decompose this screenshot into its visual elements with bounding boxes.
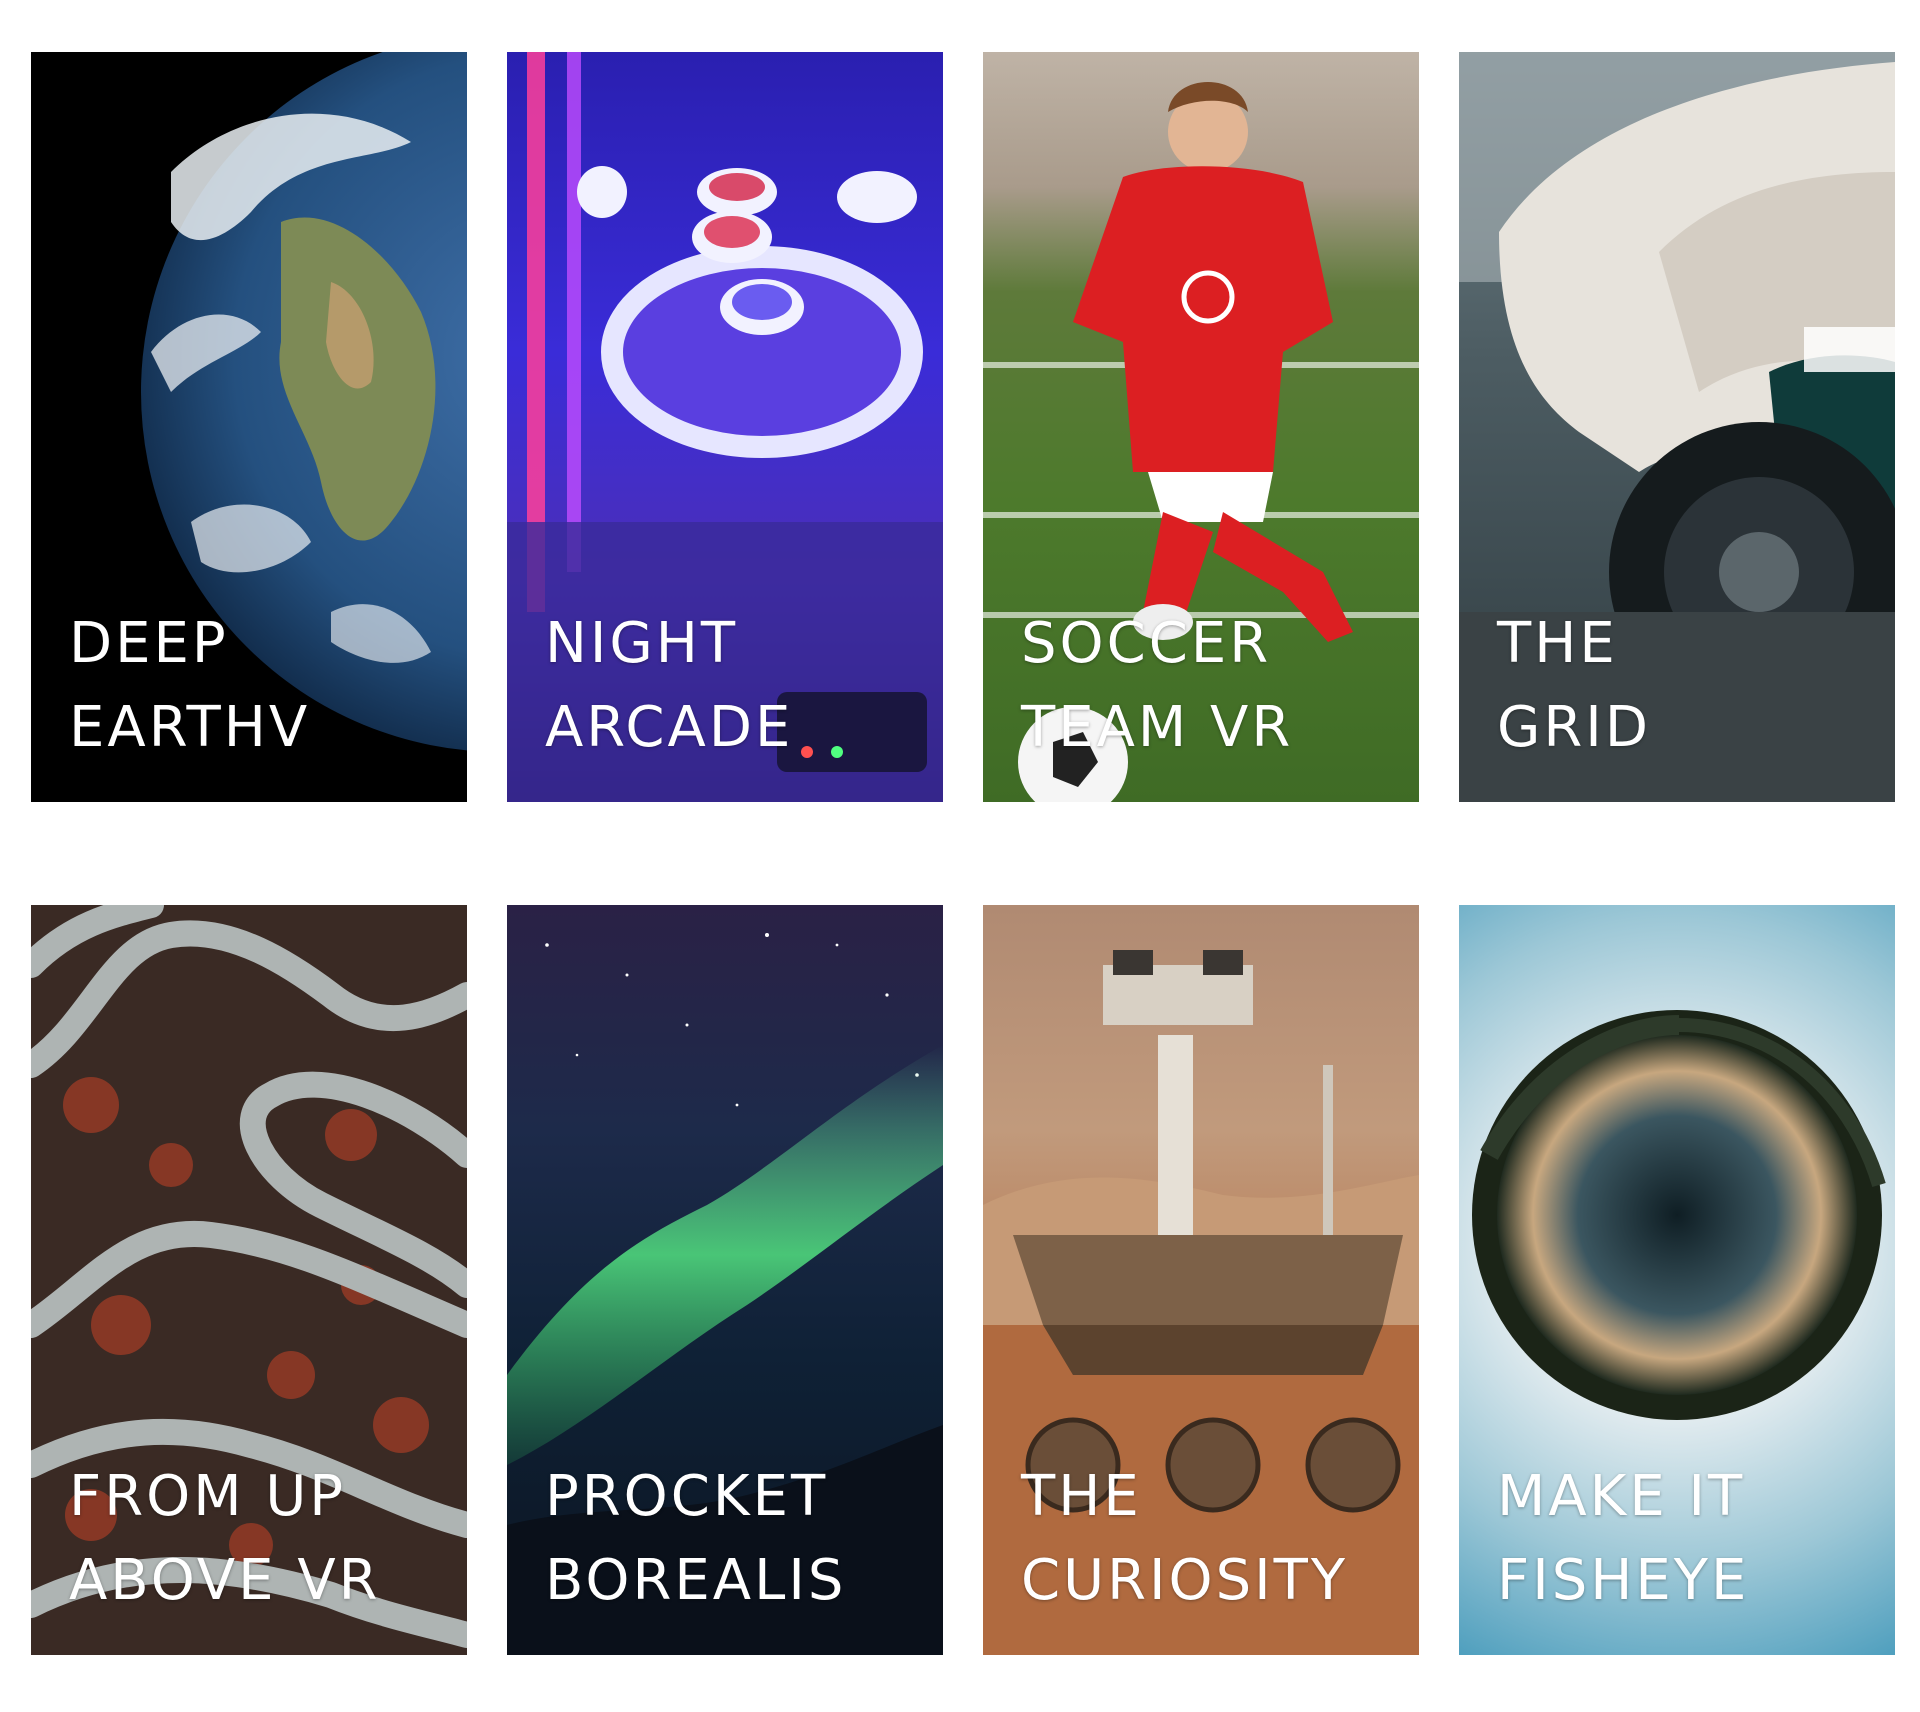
- card-title: PROCKET BOREALIS: [545, 1455, 846, 1623]
- card-title-line1: DEEP: [69, 611, 229, 676]
- card-title: THE CURIOSITY: [1021, 1455, 1348, 1623]
- card-deep-earth[interactable]: DEEP EARTHV: [31, 52, 467, 802]
- card-title-line2: GRID: [1497, 695, 1651, 760]
- card-title-line1: THE: [1497, 611, 1618, 676]
- card-procket-borealis[interactable]: PROCKET BOREALIS: [507, 905, 943, 1655]
- card-make-it-fisheye[interactable]: MAKE IT FISHEYE: [1459, 905, 1895, 1655]
- card-night-arcade[interactable]: NIGHT ARCADE: [507, 52, 943, 802]
- card-title-line2: ARCADE: [545, 695, 794, 760]
- card-title-line2: CURIOSITY: [1021, 1548, 1349, 1613]
- card-title-line2: TEAM VR: [1021, 695, 1294, 760]
- vr-experience-grid: DEEP EARTHV NIGHT ARCADE SOCCER TEAM VR …: [0, 0, 1920, 1712]
- card-title-line2: ABOVE VR: [69, 1548, 381, 1613]
- card-title-line2: BOREALIS: [545, 1548, 847, 1613]
- card-from-up-above-vr[interactable]: FROM UP ABOVE VR: [31, 905, 467, 1655]
- card-title-line2: FISHEYE: [1497, 1548, 1750, 1613]
- card-soccer-team-vr[interactable]: SOCCER TEAM VR: [983, 52, 1419, 802]
- card-the-grid[interactable]: THE GRID: [1459, 52, 1895, 802]
- card-title: SOCCER TEAM VR: [1021, 602, 1293, 770]
- card-title: THE GRID: [1497, 602, 1651, 770]
- card-title-line1: SOCCER: [1021, 611, 1272, 676]
- card-title: FROM UP ABOVE VR: [69, 1455, 381, 1623]
- card-title: MAKE IT FISHEYE: [1497, 1455, 1749, 1623]
- card-title-line1: PROCKET: [545, 1464, 829, 1529]
- card-title-line2: EARTHV: [69, 695, 311, 760]
- card-title-line1: THE: [1021, 1464, 1142, 1529]
- card-title: DEEP EARTHV: [69, 602, 310, 770]
- card-title-line1: MAKE IT: [1497, 1464, 1746, 1529]
- card-title-line1: FROM UP: [69, 1464, 347, 1529]
- card-title-line1: NIGHT: [545, 611, 739, 676]
- card-the-curiosity[interactable]: THE CURIOSITY: [983, 905, 1419, 1655]
- card-title: NIGHT ARCADE: [545, 602, 793, 770]
